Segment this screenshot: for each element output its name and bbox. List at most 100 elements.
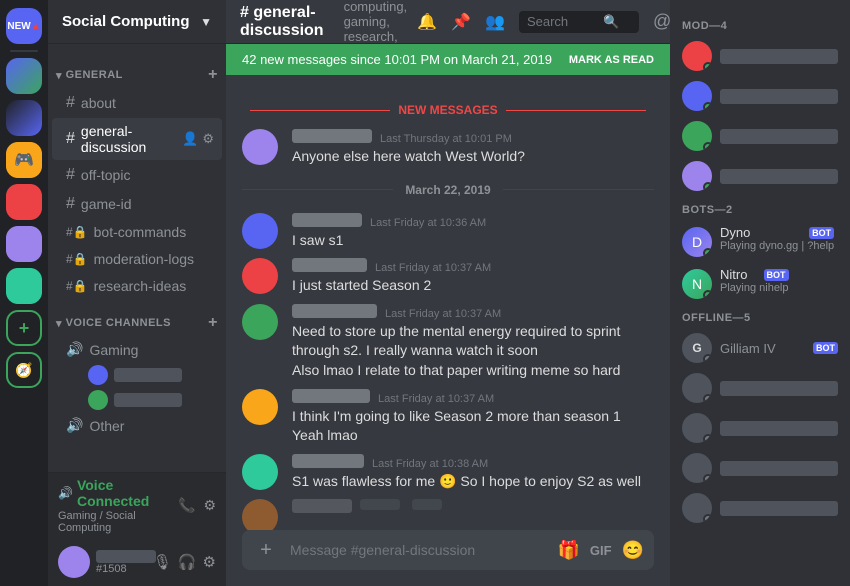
voice-channel-gaming[interactable]: 🔊 Gaming (52, 337, 222, 362)
channel-name-gameid: game-id (81, 196, 132, 212)
voice-channel-name-other: Other (89, 418, 124, 434)
member-offline-3[interactable] (678, 408, 842, 448)
message-5: Last Friday at 10:37 AM I think I'm goin… (226, 385, 670, 450)
member-dyno[interactable]: D Dyno BOT Playing dyno.gg | ?help (678, 220, 842, 262)
new-messages-divider: NEW MESSAGES (242, 103, 654, 117)
member-avatar-mod-2 (682, 81, 712, 111)
member-offline-4[interactable] (678, 448, 842, 488)
gilliam-name: Gilliam IV (720, 341, 809, 356)
server-name: Social Computing (62, 13, 190, 30)
message-author-partial (292, 499, 352, 513)
voice-connected-bar: 🔊 Voice Connected Gaming / Social Comput… (48, 472, 226, 538)
member-gilliam[interactable]: G Gilliam IV BOT (678, 328, 842, 368)
gift-icon[interactable]: 🎁 (557, 540, 579, 561)
pin-icon[interactable]: 📌 (451, 12, 471, 32)
search-bar[interactable]: 🔍 (519, 11, 639, 33)
settings-voice-icon[interactable]: ⚙ (203, 497, 216, 514)
member-name-mod-1 (720, 49, 838, 64)
member-mod-1[interactable] (678, 36, 842, 76)
user-icon[interactable]: 👤 (182, 131, 198, 147)
online-status-mod-2 (703, 102, 712, 111)
phone-icon[interactable]: 📞 (178, 497, 195, 514)
message-header-4: Last Friday at 10:37 AM (292, 304, 654, 320)
member-offline-5[interactable] (678, 488, 842, 528)
member-mod-3[interactable] (678, 116, 842, 156)
category-arrow-voice: ▾ (56, 317, 62, 330)
member-offline-2[interactable] (678, 368, 842, 408)
message-1: Last Thursday at 10:01 PM Anyone else he… (226, 125, 670, 171)
message-author-1 (292, 129, 372, 143)
server-icon-7[interactable]: + (6, 310, 42, 346)
gif-icon[interactable]: GIF (590, 543, 612, 558)
member-name-mod-2 (720, 89, 838, 104)
discover-server-icon[interactable]: 🧭 (6, 352, 42, 388)
member-nitro[interactable]: N Nitro BOT Playing nihelp (678, 262, 842, 304)
message-header-6: Last Friday at 10:38 AM (292, 454, 654, 470)
category-voice[interactable]: ▾ VOICE CHANNELS + (48, 300, 226, 336)
settings-icon[interactable]: ⚙ (202, 131, 214, 147)
messages-container: NEW MESSAGES Last Thursday at 10:01 PM A… (226, 79, 670, 530)
server-icon-4[interactable] (6, 184, 42, 220)
channel-general-discussion[interactable]: # general-discussion 👤 ⚙ (52, 118, 222, 160)
channel-about[interactable]: # about (52, 89, 222, 117)
message-timestamp-partial (360, 499, 400, 510)
message-content-1: Anyone else here watch West World? (292, 147, 654, 167)
message-avatar-6 (242, 454, 278, 490)
add-file-button[interactable]: + (252, 536, 280, 564)
server-header[interactable]: Social Computing ▼ (48, 0, 226, 44)
bell-icon[interactable]: 🔔 (417, 12, 437, 32)
voice-channel-other[interactable]: 🔊 Other (52, 413, 222, 438)
dyno-name: Dyno (720, 225, 805, 240)
members-icon[interactable]: 👥 (485, 12, 505, 32)
category-general[interactable]: ▾ GENERAL + (48, 52, 226, 88)
server-icon-6[interactable] (6, 268, 42, 304)
hash-icon-active: # (66, 130, 75, 148)
nitro-info: Nitro BOT Playing nihelp (720, 267, 789, 294)
message-avatar-2 (242, 213, 278, 249)
server-icon-2[interactable] (6, 100, 42, 136)
channel-bot-commands[interactable]: #🔒 bot-commands (52, 219, 222, 245)
server-icon-1[interactable] (6, 58, 42, 94)
channel-header: # general-discussion Social computing, g… (226, 0, 670, 44)
channel-moderation-logs[interactable]: #🔒 moderation-logs (52, 246, 222, 272)
member-mod-4[interactable] (678, 156, 842, 196)
message-avatar-5 (242, 389, 278, 425)
member-avatar-gilliam: G (682, 333, 712, 363)
offline-section-title: OFFLINE—5 (678, 304, 842, 328)
message-body-partial (292, 499, 654, 515)
channel-game-id[interactable]: # game-id (52, 190, 222, 218)
message-header-5: Last Friday at 10:37 AM (292, 389, 654, 405)
voice-user-1: ████████ (52, 363, 222, 387)
channel-research-ideas[interactable]: #🔒 research-ideas (52, 273, 222, 299)
emoji-icon[interactable]: 😊 (622, 540, 644, 561)
member-mod-2[interactable] (678, 76, 842, 116)
mute-icon[interactable]: 🎙 (153, 553, 172, 571)
bots-section-title: BOTS—2 (678, 196, 842, 220)
message-input[interactable] (290, 530, 547, 570)
member-avatar-offline-5 (682, 493, 712, 523)
message-header-1: Last Thursday at 10:01 PM (292, 129, 654, 145)
add-channel-icon[interactable]: + (208, 66, 218, 84)
voice-user-avatar-1 (88, 365, 108, 385)
mark-as-read-button[interactable]: MARK AS READ (569, 54, 654, 66)
server-icon-3[interactable]: 🎮 (6, 142, 42, 178)
voice-bar-actions: 📞 ⚙ (178, 497, 216, 514)
speaker-icon: 🔊 (66, 341, 83, 358)
search-input[interactable] (527, 14, 597, 29)
voice-channel-name-gaming: Gaming (89, 342, 138, 358)
add-voice-icon[interactable]: + (208, 314, 218, 332)
search-icon[interactable]: 🔍 (603, 14, 619, 30)
user-panel: #1508 🎙 🎧 ⚙ (48, 538, 226, 586)
message-timestamp-3: Last Friday at 10:37 AM (375, 262, 491, 274)
at-icon[interactable]: @ (653, 11, 671, 32)
message-header-3: Last Friday at 10:37 AM (292, 258, 654, 274)
message-2: Last Friday at 10:36 AM I saw s1 (226, 209, 670, 255)
settings-user-icon[interactable]: ⚙ (203, 553, 216, 571)
offline-status-2 (703, 394, 712, 403)
message-4: Last Friday at 10:37 AM Need to store up… (226, 300, 670, 385)
server-icon-5[interactable] (6, 226, 42, 262)
channel-off-topic[interactable]: # off-topic (52, 161, 222, 189)
server-icon-new[interactable]: NEW▲ (6, 8, 42, 44)
message-input-area: + 🎁 GIF 😊 (226, 530, 670, 586)
deafen-icon[interactable]: 🎧 (178, 553, 197, 571)
